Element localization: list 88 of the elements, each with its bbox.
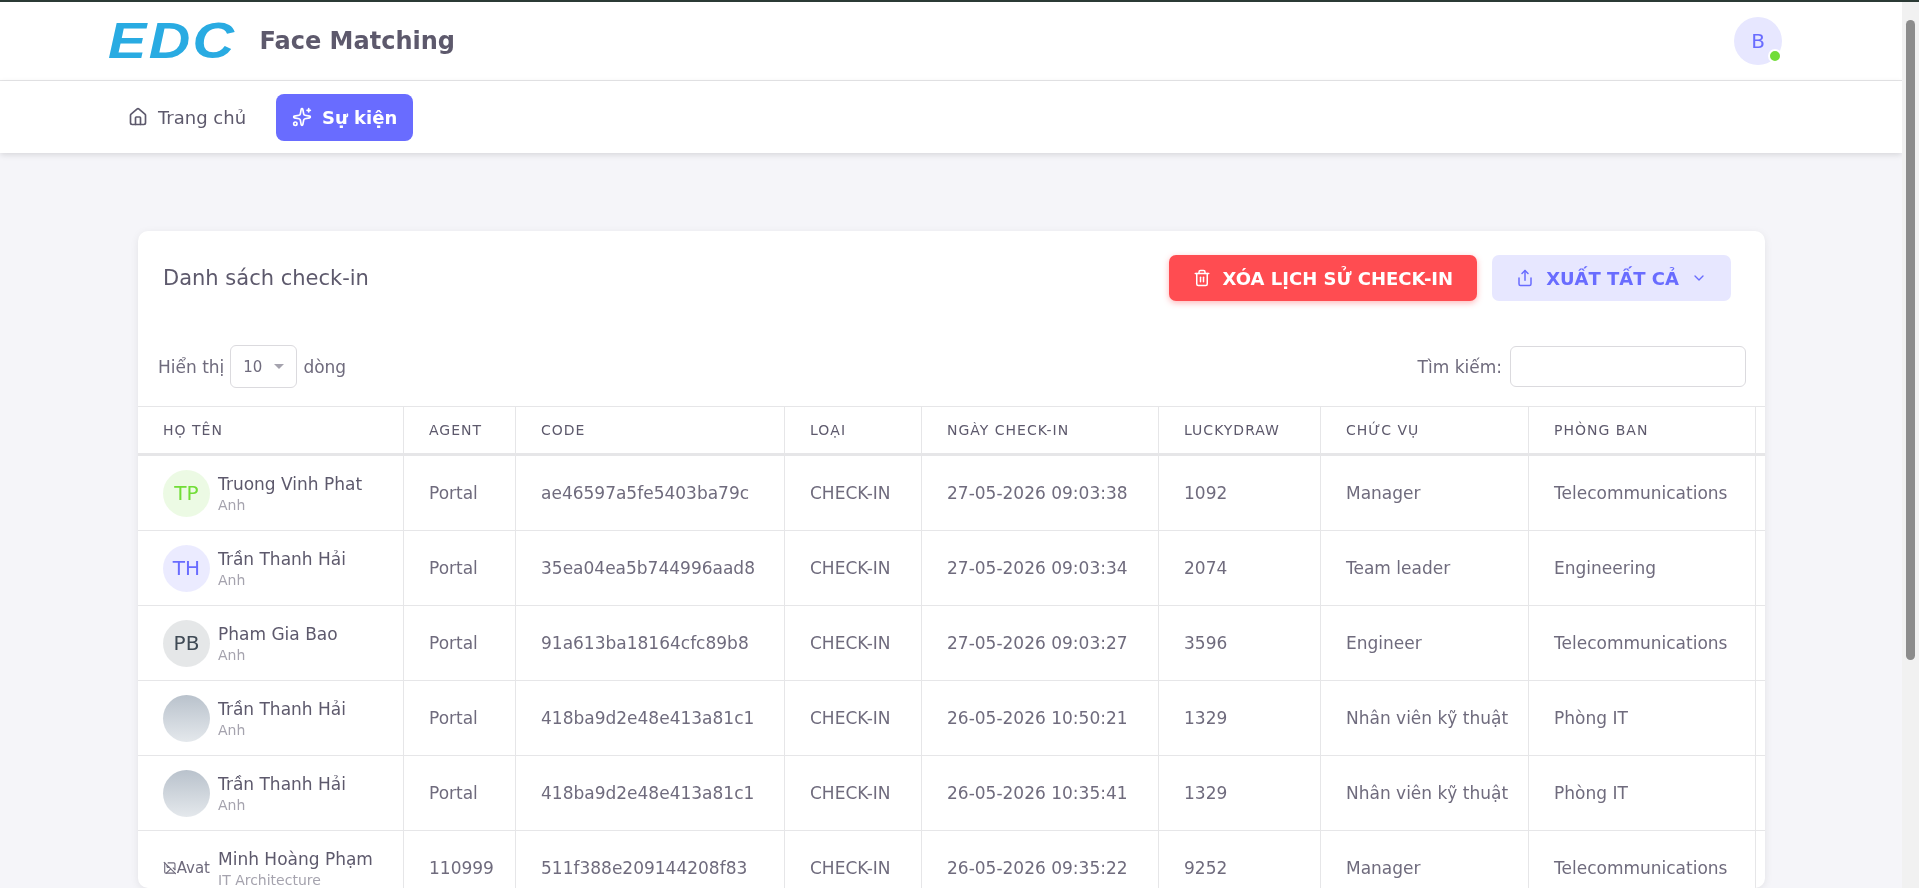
person-name: Pham Gia Bao	[218, 623, 338, 644]
person-name: Trần Thanh Hải	[218, 773, 346, 794]
column-header: NGÀY CHECK-IN	[922, 406, 1159, 456]
avatar-initials: PB	[163, 619, 210, 667]
photo-placeholder	[163, 769, 210, 817]
table-cell: Telecommunications	[1529, 606, 1756, 681]
avatar-initials: TP	[163, 469, 210, 517]
person-subtitle: Anh	[218, 796, 247, 813]
person-subtitle: IT Architecture	[218, 871, 322, 888]
search-field[interactable]	[1510, 346, 1746, 387]
trash-icon	[1192, 269, 1211, 287]
table-cell: Engineering	[1529, 531, 1756, 606]
table-cell: CHECK-IN	[785, 756, 922, 831]
card-title: Danh sách check-in	[163, 266, 370, 290]
search-label: Tìm kiếm:	[1417, 356, 1502, 377]
photo-placeholder	[163, 694, 210, 742]
table-cell: 27-05-2026 09:03:27	[922, 606, 1159, 681]
export-button[interactable]: XUẤT TẤT CẢ	[1492, 255, 1731, 301]
user-avatar[interactable]: B	[1734, 17, 1782, 65]
table-cell: Portal	[404, 756, 516, 831]
table-cell: Portal	[404, 531, 516, 606]
show-label: Hiển thị	[158, 356, 225, 377]
table-cell: Nhân viên kỹ thuật	[1321, 756, 1529, 831]
share-icon	[1516, 269, 1535, 287]
rows-label: dòng	[303, 356, 347, 377]
table-cell: 511f388e209144208f83	[516, 831, 785, 888]
avatar-initials: TH	[163, 544, 210, 592]
column-header: CODE	[516, 406, 785, 456]
table-cell: 27-05-2026 09:03:38	[922, 456, 1159, 531]
table-cell: 1329	[1159, 756, 1321, 831]
table-cell: 1092	[1159, 456, 1321, 531]
table-cell: 418ba9d2e48e413a81c1	[516, 681, 785, 756]
table-cell: Manager	[1321, 456, 1529, 531]
table-cell: Telecommunications	[1529, 831, 1756, 888]
star-icon	[292, 107, 313, 127]
table-cell: 2074	[1159, 531, 1321, 606]
column-header: HỌ TÊN	[138, 406, 404, 456]
column-header: LOẠI	[785, 406, 922, 456]
table-cell: 26-05-2026 09:35:22	[922, 831, 1159, 888]
person-name: Trần Thanh Hải	[218, 548, 346, 569]
person-subtitle: Anh	[218, 496, 247, 513]
table-cell: 110999	[404, 831, 516, 888]
table-cell: CHECK-IN	[785, 681, 922, 756]
column-header: LUCKYDRAW	[1159, 406, 1321, 456]
broken-image-icon	[163, 861, 177, 875]
column-header: PHÒNG BAN	[1529, 406, 1756, 456]
table-cell: Manager	[1321, 831, 1529, 888]
person-name: Minh Hoàng Phạm	[218, 848, 373, 869]
table-cell: ae46597a5fe5403ba79c	[516, 456, 785, 531]
person-subtitle: Anh	[218, 646, 247, 663]
table-cell: 418ba9d2e48e413a81c1	[516, 756, 785, 831]
table-cell: Engineer	[1321, 606, 1529, 681]
table-cell: 26-05-2026 10:35:41	[922, 756, 1159, 831]
column-header: AGENT	[404, 406, 516, 456]
caret-icon	[274, 364, 285, 369]
person-subtitle: Anh	[218, 571, 247, 588]
app-name: Face Matching	[259, 27, 455, 55]
home-icon	[128, 107, 148, 127]
table-cell: Phòng IT	[1529, 681, 1756, 756]
table-cell: 1329	[1159, 681, 1321, 756]
table-cell: Portal	[404, 456, 516, 531]
table-cell: 9252	[1159, 831, 1321, 888]
table-cell: CHECK-IN	[785, 531, 922, 606]
column-header: CHỨC VỤ	[1321, 406, 1529, 456]
table-cell: 27-05-2026 09:03:34	[922, 531, 1159, 606]
table-cell: Phòng IT	[1529, 756, 1756, 831]
table-cell: CHECK-IN	[785, 606, 922, 681]
nav-tab[interactable]: Trang chủ	[112, 93, 263, 141]
table-cell: 3596	[1159, 606, 1321, 681]
person-name: Trần Thanh Hải	[218, 698, 346, 719]
table-cell: 35ea04ea5b744996aad8	[516, 531, 785, 606]
table-cell: 26-05-2026 10:50:21	[922, 681, 1159, 756]
table-cell: Nhân viên kỹ thuật	[1321, 681, 1529, 756]
person-subtitle: Anh	[218, 721, 247, 738]
table-cell: CHECK-IN	[785, 831, 922, 888]
logo: EDC	[108, 16, 237, 66]
table-cell: CHECK-IN	[785, 456, 922, 531]
nav-tab[interactable]: Sự kiện	[276, 93, 414, 141]
table-cell: 91a613ba18164cfc89b8	[516, 606, 785, 681]
table-cell: Telecommunications	[1529, 456, 1756, 531]
table-cell: Team leader	[1321, 531, 1529, 606]
person-name: Truong Vinh Phat	[218, 473, 363, 494]
table-cell: Portal	[404, 606, 516, 681]
clear-history-button[interactable]: XÓA LỊCH SỬ CHECK-IN	[1168, 255, 1478, 301]
scrollbar[interactable]	[1902, 2, 1919, 888]
broken-image-alt-text: Avat	[163, 859, 210, 877]
table-cell: Portal	[404, 681, 516, 756]
page-length-select[interactable]: 10	[230, 345, 298, 388]
